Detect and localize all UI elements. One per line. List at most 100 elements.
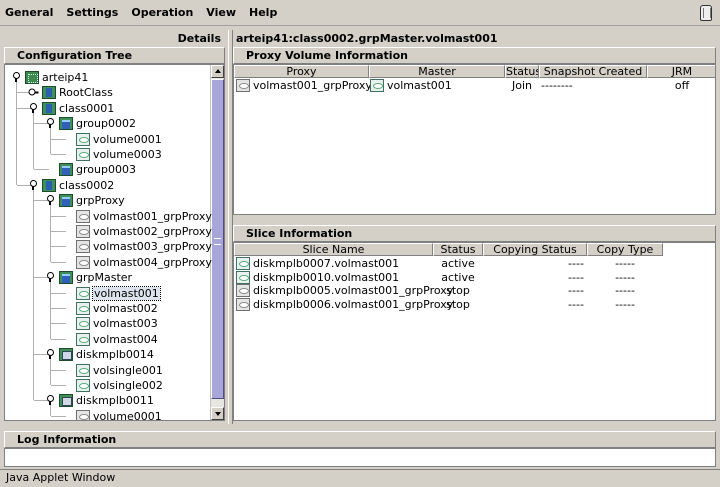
tree-node[interactable]: volmast001 xyxy=(76,285,161,301)
tree-node[interactable]: volmast003_grpProxy xyxy=(76,239,212,254)
volume-icon xyxy=(236,257,250,270)
tree-node[interactable]: RootClass xyxy=(42,85,113,100)
menu-operation[interactable]: Operation xyxy=(130,4,194,21)
status-cell: Join xyxy=(511,79,532,92)
disk-icon xyxy=(59,348,73,362)
col-snapshot-created[interactable]: Snapshot Created xyxy=(539,65,647,78)
tree-node[interactable]: group0002 xyxy=(59,116,136,131)
tree-node[interactable]: group0003 xyxy=(59,162,136,177)
tree-node[interactable]: volmast002 xyxy=(76,301,158,316)
copy-type-cell: ----- xyxy=(615,270,635,284)
menu-settings[interactable]: Settings xyxy=(65,4,119,21)
expanded-toggle-icon[interactable] xyxy=(46,349,55,360)
col-master[interactable]: Master xyxy=(369,65,505,78)
volume-icon xyxy=(236,270,250,284)
table-row[interactable]: diskmplb0010.volmast001 xyxy=(236,270,399,284)
expanded-toggle-icon[interactable] xyxy=(46,195,55,206)
expanded-toggle-icon[interactable] xyxy=(46,118,55,129)
tree-connector xyxy=(51,338,66,340)
master-cell-wrap[interactable]: volmast001 xyxy=(370,79,452,92)
menu-view[interactable]: View xyxy=(205,4,237,21)
tree-node[interactable]: volmast002_grpProxy xyxy=(76,224,212,239)
status-bar: Java Applet Window xyxy=(0,469,720,487)
col-jrm[interactable]: JRM xyxy=(647,65,715,78)
expanded-toggle-icon[interactable] xyxy=(29,179,38,190)
proxy-cell: volmast001_grpProxy xyxy=(253,79,372,92)
tree-node-label: volsingle001 xyxy=(93,363,163,377)
tree-node[interactable]: grpProxy xyxy=(59,193,125,208)
tree-connector xyxy=(51,323,66,325)
col-copy-type[interactable]: Copy Type xyxy=(587,243,663,256)
slice-information-header: Slice Information xyxy=(233,225,716,242)
scroll-down-arrow-icon[interactable] xyxy=(211,407,224,420)
tree-connector xyxy=(50,128,51,154)
copy-type-cell: ----- xyxy=(615,257,635,270)
slice-information-table: Slice Name Status Copying Status Copy Ty… xyxy=(233,242,716,421)
tree-node[interactable]: diskmplb0011 xyxy=(59,393,154,408)
table-row[interactable]: diskmplb0007.volmast001 xyxy=(236,257,399,270)
expanded-toggle-icon[interactable] xyxy=(29,102,38,113)
expanded-toggle-icon[interactable] xyxy=(46,272,55,283)
volume-gray-icon xyxy=(236,284,250,297)
col-copying-status[interactable]: Copying Status xyxy=(483,243,587,256)
tree-node-label: class0001 xyxy=(59,101,115,115)
volume-gray-icon xyxy=(236,297,250,311)
menu-help[interactable]: Help xyxy=(248,4,278,21)
tree-node[interactable]: volmast004 xyxy=(76,332,158,347)
expanded-toggle-icon[interactable] xyxy=(12,72,21,82)
tree-node[interactable]: volmast004_grpProxy xyxy=(76,255,212,270)
tree-node[interactable]: volsingle001 xyxy=(76,363,163,378)
tree-node[interactable]: volmast003 xyxy=(76,316,158,331)
volume-icon xyxy=(76,132,90,146)
tree-node-label: volume0001 xyxy=(93,409,162,421)
col-slice-name[interactable]: Slice Name xyxy=(234,243,433,256)
tree-node[interactable]: volume0001 xyxy=(76,132,162,147)
volume-icon xyxy=(76,379,90,392)
tree-node-label: class0002 xyxy=(59,178,115,192)
tree-node[interactable]: class0001 xyxy=(42,101,114,116)
tree-node[interactable]: volmast001_grpProxy xyxy=(76,209,212,224)
tree-node[interactable]: grpMaster xyxy=(59,270,132,285)
slice-name-cell: diskmplb0007.volmast001 xyxy=(253,257,400,270)
tree-connector xyxy=(51,369,66,371)
log-area[interactable] xyxy=(4,448,716,467)
table-row[interactable]: diskmplb0006.volmast001_grpProxy xyxy=(236,297,453,311)
table-row[interactable]: volmast001_grpProxy xyxy=(236,79,372,92)
scroll-thumb[interactable] xyxy=(211,79,224,399)
tree-node-label: volsingle002 xyxy=(93,379,163,392)
scroll-up-arrow-icon[interactable] xyxy=(211,65,224,78)
tree-connector xyxy=(51,385,66,386)
tree-connector xyxy=(51,261,66,263)
tree-connector xyxy=(51,246,66,248)
slice-status-cell: stop xyxy=(446,284,470,297)
class-icon xyxy=(42,178,56,192)
tree-scrollbar[interactable] xyxy=(210,65,224,420)
tree-node[interactable]: volume0001 xyxy=(76,409,162,421)
tree-node[interactable]: class0002 xyxy=(42,178,114,193)
tree-node[interactable]: diskmplb0014 xyxy=(59,347,154,362)
configuration-tree[interactable]: arteip41 RootClass class0001 group0002 volum… xyxy=(4,64,225,421)
col-slice-status[interactable]: Status xyxy=(433,243,483,256)
table-row[interactable]: diskmplb0005.volmast001_grpProxy xyxy=(236,284,453,297)
tree-node-label: volmast004_grpProxy xyxy=(93,255,212,269)
volume-gray-icon xyxy=(76,225,90,238)
tree-node[interactable]: volume0003 xyxy=(76,147,162,162)
menu-bar: General Settings Operation View Help xyxy=(0,0,720,26)
volume-gray-icon xyxy=(76,240,90,254)
col-proxy[interactable]: Proxy xyxy=(234,65,369,78)
col-status[interactable]: Status xyxy=(505,65,539,78)
tree-node[interactable]: volsingle002 xyxy=(76,378,163,393)
collapsed-toggle-icon[interactable] xyxy=(29,88,39,97)
tree-node[interactable]: arteip41 xyxy=(25,70,88,85)
trash-icon[interactable] xyxy=(700,5,712,21)
menu-general[interactable]: General xyxy=(4,4,54,21)
group-icon xyxy=(59,271,73,285)
tree-node-label: diskmplb0014 xyxy=(76,348,154,362)
volume-gray-icon xyxy=(76,409,90,420)
tree-connector xyxy=(51,215,66,217)
expanded-toggle-icon[interactable] xyxy=(46,395,55,406)
tree-connector xyxy=(16,82,17,185)
tree-node-label: RootClass xyxy=(59,86,113,100)
tree-node-label: grpProxy xyxy=(76,194,125,208)
host-icon xyxy=(25,71,39,84)
